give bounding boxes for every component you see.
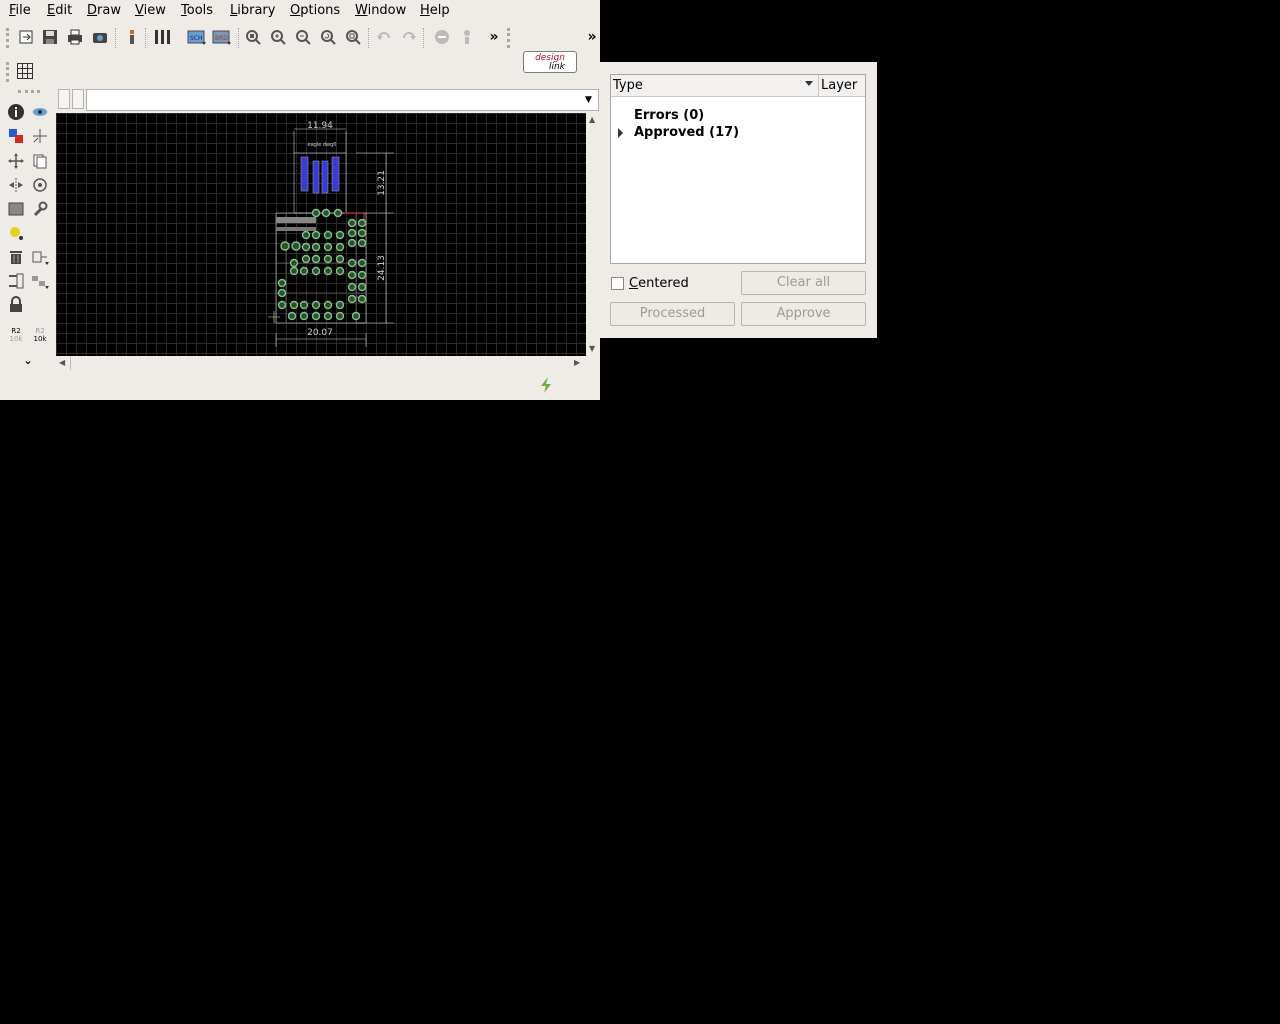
dimension-bottom-label: 20.07 xyxy=(307,328,333,338)
main-toolbar: SCH BRD » design link » xyxy=(0,24,600,73)
undo-icon[interactable] xyxy=(373,26,395,48)
dimension-right-lower-label: 24.13 xyxy=(377,255,387,281)
zoom-out-icon[interactable] xyxy=(292,26,314,48)
show-icon[interactable] xyxy=(29,101,51,123)
name-tool-icon[interactable]: R2 10k xyxy=(5,324,27,346)
go-icon[interactable] xyxy=(456,26,478,48)
menu-window[interactable]: Window xyxy=(355,2,406,19)
command-history-button-2[interactable] xyxy=(72,89,84,109)
toolbar-overflow-icon[interactable]: » xyxy=(483,26,505,48)
horizontal-scrollbar[interactable]: ◀ ▶ xyxy=(56,356,586,370)
mirror-icon[interactable] xyxy=(5,174,27,196)
sort-indicator-icon xyxy=(805,81,813,86)
drc-tree-view[interactable]: Type Layer Errors (0) Approved (17) xyxy=(610,74,866,264)
zoom-redraw-icon[interactable] xyxy=(317,26,339,48)
add-part-icon[interactable] xyxy=(29,246,51,268)
print-icon[interactable] xyxy=(64,26,86,48)
name-tool-label: R2 xyxy=(11,327,21,335)
menu-view[interactable]: View xyxy=(135,2,166,19)
schematic-switch-icon[interactable]: SCH xyxy=(186,26,208,48)
scroll-up-icon[interactable]: ▲ xyxy=(589,115,595,124)
command-toolbar: R2 10k R2 10k ⌄ xyxy=(4,88,54,368)
approved-label: Approved (17) xyxy=(634,125,740,140)
dimension-right-upper-label: 13.21 xyxy=(377,170,387,196)
value-tool-label: R2 xyxy=(35,327,45,335)
board-canvas[interactable]: eagle dwg0 11.94 13.21 24.13 20.07 xyxy=(56,113,586,356)
value-tool-icon[interactable]: R2 10k xyxy=(29,324,51,346)
column-header-type[interactable]: Type xyxy=(613,77,643,94)
menu-options[interactable]: Options xyxy=(290,2,340,19)
menu-library[interactable]: Library xyxy=(230,2,275,19)
pinswap-icon[interactable] xyxy=(5,270,27,292)
menu-edit[interactable]: Edit xyxy=(47,2,72,19)
processed-button[interactable]: Processed xyxy=(610,302,735,326)
svg-text:SCH: SCH xyxy=(190,35,203,42)
redo-icon[interactable] xyxy=(398,26,420,48)
zoom-select-icon[interactable] xyxy=(342,26,364,48)
centered-checkbox-label[interactable]: Centered xyxy=(629,275,689,292)
menu-draw[interactable]: Draw xyxy=(87,2,121,19)
save-icon[interactable] xyxy=(39,26,61,48)
menubar: File Edit Draw View Tools Library Option… xyxy=(0,0,600,22)
eagle-board-editor-window: File Edit Draw View Tools Library Option… xyxy=(0,0,600,400)
errors-label: Errors (0) xyxy=(634,108,705,123)
ulp-run-icon[interactable] xyxy=(121,26,143,48)
drc-tree-header: Type Layer xyxy=(611,75,865,97)
paste-icon[interactable] xyxy=(5,222,27,244)
scroll-right-icon[interactable]: ▶ xyxy=(574,358,580,367)
value-tool-value: 10k xyxy=(33,335,47,343)
tree-row-errors[interactable]: Errors (0) xyxy=(611,107,865,124)
parameter-toolbar xyxy=(0,58,600,84)
display-layers-icon[interactable] xyxy=(5,125,27,147)
stop-icon[interactable] xyxy=(431,26,453,48)
clear-all-button[interactable]: Clear all xyxy=(741,271,866,295)
group-icon[interactable] xyxy=(5,198,27,220)
command-input[interactable] xyxy=(86,89,582,111)
cam-processor-icon[interactable] xyxy=(89,26,111,48)
column-header-layer[interactable]: Layer xyxy=(821,77,857,94)
zoom-in-icon[interactable] xyxy=(267,26,289,48)
centered-checkbox[interactable] xyxy=(611,277,624,290)
scroll-left-icon[interactable]: ◀ xyxy=(59,358,65,367)
open-icon[interactable] xyxy=(15,26,37,48)
replace-icon[interactable] xyxy=(29,270,51,292)
copy-icon[interactable] xyxy=(29,150,51,172)
command-dropdown-icon[interactable]: ▼ xyxy=(579,89,599,111)
info-icon[interactable] xyxy=(5,101,27,123)
approve-button[interactable]: Approve xyxy=(741,302,866,326)
expand-arrow-icon[interactable] xyxy=(618,128,623,138)
layer-settings-icon[interactable] xyxy=(152,26,174,48)
vertical-scrollbar[interactable]: ▲ ▼ xyxy=(586,113,600,356)
menu-file[interactable]: File xyxy=(9,2,31,19)
grid-icon[interactable] xyxy=(14,60,36,82)
change-icon[interactable] xyxy=(29,198,51,220)
delete-icon[interactable] xyxy=(5,246,27,268)
drc-errors-panel: Type Layer Errors (0) Approved (17) Cent… xyxy=(600,62,877,338)
board-switch-icon[interactable]: BRD xyxy=(211,26,233,48)
zoom-fit-icon[interactable] xyxy=(242,26,264,48)
rotate-icon[interactable] xyxy=(29,174,51,196)
scroll-down-icon[interactable]: ▼ xyxy=(589,344,595,353)
svg-text:BRD: BRD xyxy=(215,35,228,42)
menu-tools[interactable]: Tools xyxy=(181,2,213,19)
command-line-row: ▼ xyxy=(56,88,600,112)
status-bar xyxy=(0,372,600,398)
more-tools-chevron-icon[interactable]: ⌄ xyxy=(17,349,39,371)
silkscreen-text: eagle dwg0 xyxy=(308,142,337,148)
lightning-icon xyxy=(538,376,554,398)
tree-row-approved[interactable]: Approved (17) xyxy=(611,124,865,141)
toolbar-overflow-2-icon[interactable]: » xyxy=(584,26,600,48)
lock-icon[interactable] xyxy=(5,294,27,316)
scroll-thumb-edge xyxy=(70,356,71,370)
board-drawing: eagle dwg0 11.94 13.21 24.13 20.07 xyxy=(268,121,394,347)
move-icon[interactable] xyxy=(5,150,27,172)
mark-icon[interactable] xyxy=(29,125,51,147)
dimension-top-label: 11.94 xyxy=(307,121,333,131)
name-tool-value: 10k xyxy=(9,335,23,343)
command-history-button[interactable] xyxy=(58,89,70,109)
menu-help[interactable]: Help xyxy=(420,2,450,19)
